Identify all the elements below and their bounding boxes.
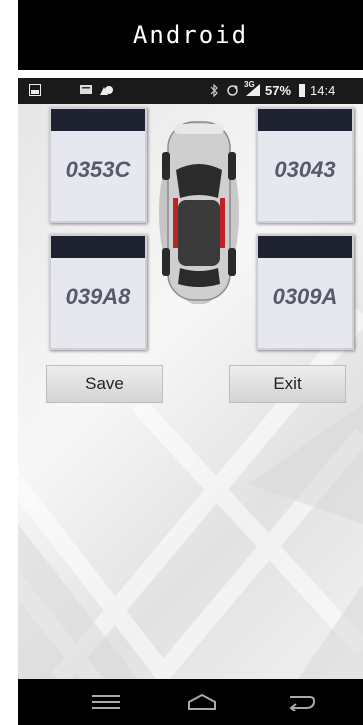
status-bar: 3G 57% 14:4 [18,78,363,104]
tire-header [258,109,352,131]
battery-percent: 57% [265,83,292,98]
tire-code: 03043 [274,157,336,182]
tire-code: 0309A [272,284,338,309]
tire-front-left[interactable]: 0353C [49,107,147,223]
back-icon[interactable] [282,687,322,717]
exit-button[interactable]: Exit [229,365,346,403]
app-title-bar: Android [18,0,363,70]
tpms-screen: 0353C 03043 039A8 0309A Save Exit [18,104,363,679]
battery-icon [298,84,306,97]
cloud-icon [98,84,114,96]
clock: 14:4 [310,83,336,98]
tire-rear-right[interactable]: 0309A [256,234,354,350]
tire-header [51,236,145,258]
save-button[interactable]: Save [46,365,163,403]
sync-icon [226,84,239,96]
tire-rear-left[interactable]: 039A8 [49,234,147,350]
tire-header [258,236,352,258]
navigation-bar [18,679,363,725]
tire-header [51,109,145,131]
app-title: Android [132,21,249,49]
image-icon [29,84,41,96]
tire-front-right[interactable]: 03043 [256,107,354,223]
car-image [159,121,239,304]
message-icon [80,84,92,96]
tire-code: 039A8 [65,284,131,309]
menu-icon[interactable] [86,687,126,717]
tire-code: 0353C [65,157,131,182]
home-icon[interactable] [182,687,222,717]
signal-icon [246,84,260,96]
bluetooth-icon [210,83,218,98]
